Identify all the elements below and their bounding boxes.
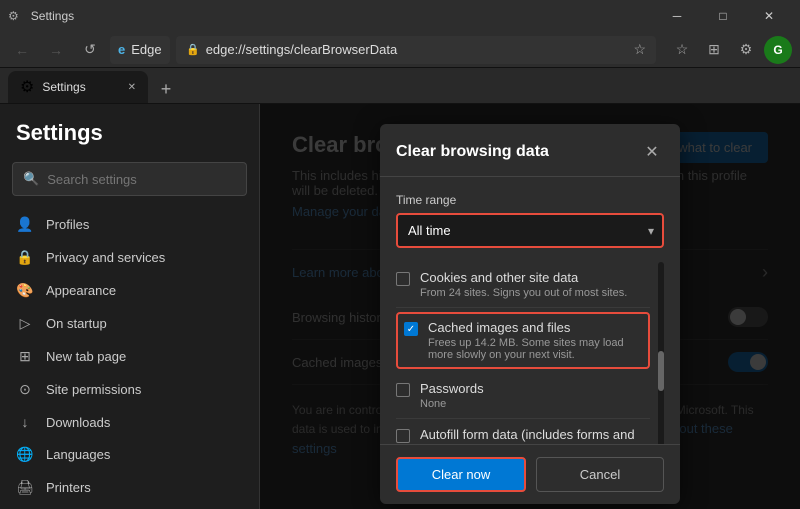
checkboxes-list: Cookies and other site data From 24 site… [396, 262, 650, 444]
tab-icon: ⚙ [20, 77, 34, 97]
search-input[interactable] [47, 172, 236, 187]
collections-button[interactable]: ⊞ [700, 36, 728, 64]
passwords-checkbox-item: Passwords None [396, 373, 650, 419]
sidebar-item-appearance[interactable]: 🎨 Appearance [0, 274, 259, 307]
passwords-label: Passwords [420, 381, 484, 396]
autofill-label: Autofill form data (includes forms and c… [420, 427, 650, 444]
cached-label: Cached images and files [428, 320, 642, 335]
sidebar-item-new-tab[interactable]: ⊞ New tab page [0, 340, 259, 373]
sidebar-item-label: Languages [46, 447, 110, 462]
sidebar-item-site-permissions[interactable]: ⊙ Site permissions [0, 373, 259, 406]
time-range-select[interactable]: All time Last hour Last day Last week La… [396, 213, 664, 248]
cookies-content: Cookies and other site data From 24 site… [420, 270, 627, 299]
sidebar-item-printers[interactable]: 🖨 Printers [0, 471, 259, 504]
sidebar-item-label: New tab page [46, 349, 126, 364]
cached-content: Cached images and files Frees up 14.2 MB… [428, 320, 642, 361]
minimize-button[interactable]: ─ [654, 0, 700, 32]
address-bar-icons: ☆ [633, 41, 646, 58]
checkbox-list-area: Cookies and other site data From 24 site… [396, 262, 664, 444]
downloads-icon: ↓ [16, 414, 34, 430]
tab-bar: ⚙ Settings ✕ + [0, 68, 800, 104]
sidebar-item-on-startup[interactable]: ▷ On startup [0, 307, 259, 340]
search-box[interactable]: 🔍 [12, 162, 247, 196]
settings-tab[interactable]: ⚙ Settings ✕ [8, 71, 148, 103]
sidebar-item-profiles[interactable]: 👤 Profiles [0, 208, 259, 241]
sidebar-title: Settings [0, 120, 259, 162]
passwords-checkbox[interactable] [396, 383, 410, 397]
cookies-desc: From 24 sites. Signs you out of most sit… [420, 287, 627, 299]
cookies-checkbox-item: Cookies and other site data From 24 site… [396, 262, 650, 308]
cookies-checkbox[interactable] [396, 272, 410, 286]
sidebar-item-label: Privacy and services [46, 250, 165, 265]
edge-label: Edge [131, 42, 161, 57]
modal-scrollbar-thumb [658, 351, 664, 391]
star-icon[interactable]: ☆ [633, 41, 646, 58]
profile-button[interactable]: G [764, 36, 792, 64]
refresh-button[interactable]: ↺ [76, 36, 104, 64]
autofill-checkbox-item: Autofill form data (includes forms and c… [396, 419, 650, 444]
modal-scrollbar[interactable] [658, 262, 664, 444]
new-tab-icon: ⊞ [16, 348, 34, 365]
clear-now-button[interactable]: Clear now [396, 457, 526, 492]
toolbar-icons: ☆ ⊞ ⚙ G [668, 36, 792, 64]
address-bar[interactable]: 🔒 edge://settings/clearBrowserData ☆ [176, 36, 656, 64]
sidebar-item-label: Downloads [46, 415, 110, 430]
cached-checkbox-item-highlighted: Cached images and files Frees up 14.2 MB… [396, 312, 650, 369]
modal-header: Clear browsing data ✕ [380, 124, 680, 177]
sidebar-item-languages[interactable]: 🌐 Languages [0, 438, 259, 471]
passwords-content: Passwords None [420, 381, 484, 410]
title-bar: ⚙ Settings ─ □ ✕ [0, 0, 800, 32]
time-range-select-wrapper: All time Last hour Last day Last week La… [396, 213, 664, 248]
window-controls: ─ □ ✕ [654, 0, 792, 32]
tab-close-button[interactable]: ✕ [128, 82, 136, 93]
appearance-icon: 🎨 [16, 282, 34, 299]
modal-overlay: Clear browsing data ✕ Time range All tim… [260, 104, 800, 509]
modal-body: Time range All time Last hour Last day L… [380, 177, 680, 444]
modal-title: Clear browsing data [396, 143, 549, 161]
cached-checkbox[interactable] [404, 322, 418, 336]
close-button[interactable]: ✕ [746, 0, 792, 32]
sidebar-item-system[interactable]: ⚙ System [0, 504, 259, 509]
back-button[interactable]: ← [8, 36, 36, 64]
favorites-button[interactable]: ☆ [668, 36, 696, 64]
sidebar-item-label: Appearance [46, 283, 116, 298]
on-startup-icon: ▷ [16, 315, 34, 332]
window-title: Settings [31, 9, 646, 23]
tab-title: Settings [42, 80, 119, 94]
modal-footer: Clear now Cancel [380, 444, 680, 504]
site-permissions-icon: ⊙ [16, 381, 34, 398]
autofill-checkbox[interactable] [396, 429, 410, 443]
extensions-button[interactable]: ⚙ [732, 36, 760, 64]
modal-close-button[interactable]: ✕ [640, 140, 664, 164]
sidebar-item-label: Printers [46, 480, 91, 495]
clear-browsing-data-modal: Clear browsing data ✕ Time range All tim… [380, 124, 680, 504]
cached-desc: Frees up 14.2 MB. Some sites may load mo… [428, 337, 642, 361]
sidebar-item-downloads[interactable]: ↓ Downloads [0, 406, 259, 438]
cancel-button[interactable]: Cancel [536, 457, 664, 492]
sidebar-item-label: Site permissions [46, 382, 141, 397]
main-layout: Settings 🔍 👤 Profiles 🔒 Privacy and serv… [0, 104, 800, 509]
languages-icon: 🌐 [16, 446, 34, 463]
maximize-button[interactable]: □ [700, 0, 746, 32]
search-icon: 🔍 [23, 171, 39, 187]
content-area: Clear browsing data This includes histor… [260, 104, 800, 509]
sidebar-item-label: Profiles [46, 217, 89, 232]
sidebar-item-privacy[interactable]: 🔒 Privacy and services [0, 241, 259, 274]
sidebar: Settings 🔍 👤 Profiles 🔒 Privacy and serv… [0, 104, 260, 509]
privacy-icon: 🔒 [16, 249, 34, 266]
passwords-desc: None [420, 398, 484, 410]
autofill-content: Autofill form data (includes forms and c… [420, 427, 650, 444]
browser-toolbar: ← → ↺ e Edge 🔒 edge://settings/clearBrow… [0, 32, 800, 68]
new-tab-button[interactable]: + [152, 75, 180, 103]
printers-icon: 🖨 [16, 479, 34, 496]
cookies-label: Cookies and other site data [420, 270, 627, 285]
forward-button[interactable]: → [42, 36, 70, 64]
profiles-icon: 👤 [16, 216, 34, 233]
address-url: edge://settings/clearBrowserData [206, 42, 397, 57]
time-range-label: Time range [396, 193, 664, 207]
cached-checkbox-row: Cached images and files Frees up 14.2 MB… [404, 320, 642, 361]
edge-logo-icon: e [118, 42, 125, 57]
sidebar-item-label: On startup [46, 316, 107, 331]
lock-icon: 🔒 [186, 43, 200, 56]
